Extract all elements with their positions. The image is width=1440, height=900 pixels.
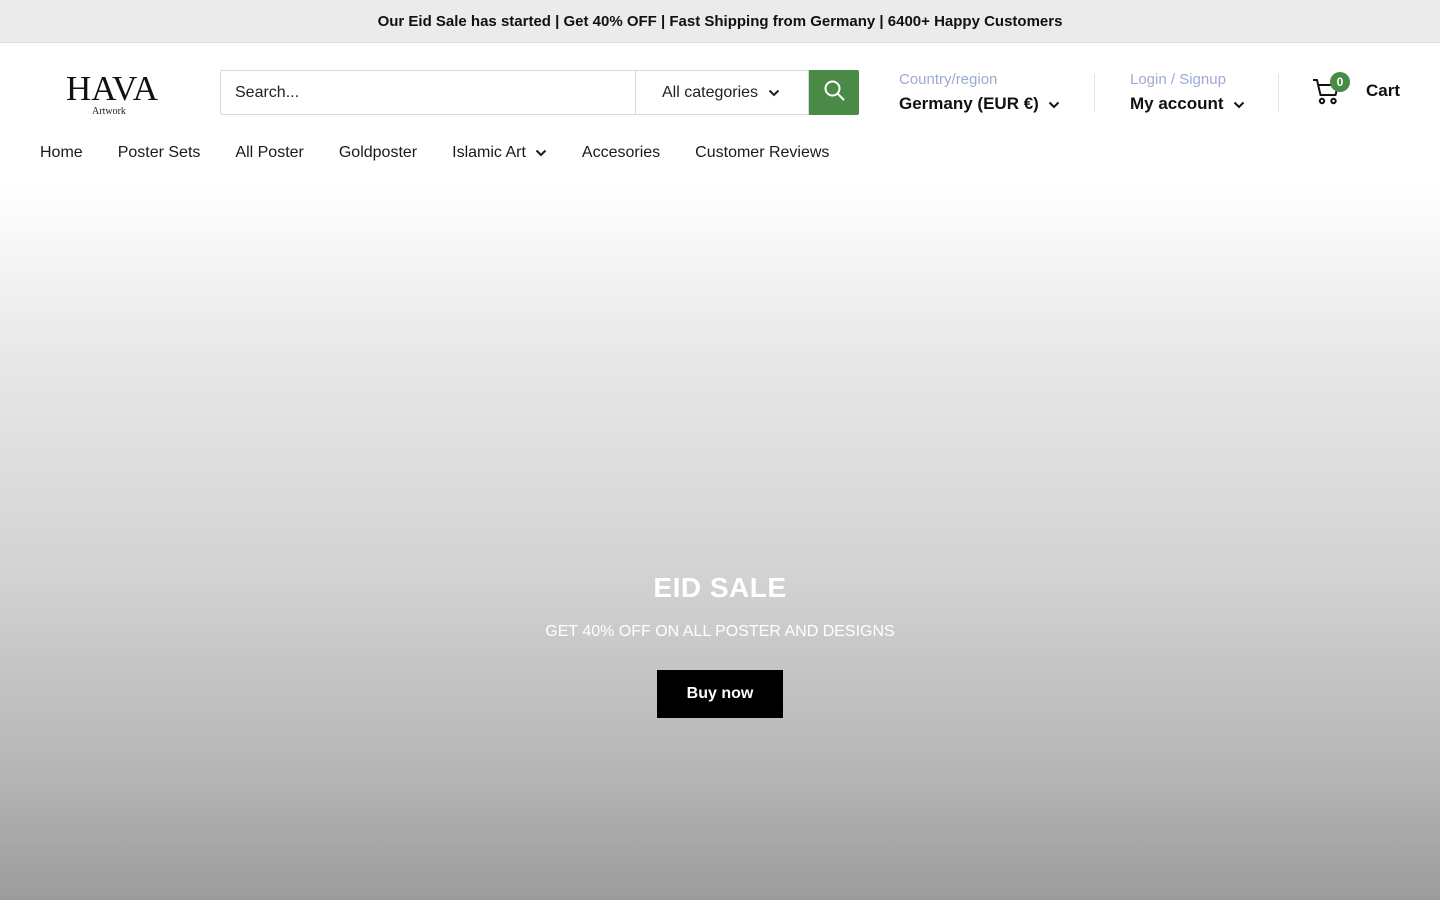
chevron-down-icon: [1233, 93, 1245, 115]
hero-banner: EID SALE GET 40% OFF ON ALL POSTER AND D…: [0, 186, 1440, 900]
nav-item-home[interactable]: Home: [40, 144, 83, 162]
cart-count-badge: 0: [1330, 72, 1350, 92]
announcement-text: Our Eid Sale has started | Get 40% OFF |…: [377, 12, 1063, 30]
category-select-label: All categories: [662, 83, 759, 101]
account-value: My account: [1130, 94, 1224, 113]
divider: [1094, 74, 1095, 112]
cart-icon: 0: [1312, 72, 1350, 106]
chevron-down-icon: [768, 84, 780, 102]
nav-item-label: All Poster: [235, 144, 304, 161]
chevron-down-icon: [1048, 93, 1060, 115]
hero-title: EID SALE: [653, 572, 787, 603]
country-value-row: Germany (EUR €): [899, 93, 1060, 115]
nav-item-label: Customer Reviews: [695, 144, 830, 161]
announcement-bar: Our Eid Sale has started | Get 40% OFF |…: [0, 0, 1440, 43]
nav-item-label: Goldposter: [338, 144, 418, 161]
site-header: HAVA Artwork All categories Country/regi…: [0, 43, 1440, 186]
chevron-down-icon: [535, 144, 547, 162]
nav-item-goldposter[interactable]: Goldposter: [339, 144, 417, 162]
nav-item-label: Poster Sets: [117, 144, 201, 161]
nav-item-accesories[interactable]: Accesories: [582, 144, 660, 162]
buy-now-button[interactable]: Buy now: [657, 670, 783, 718]
country-selector[interactable]: Country/region Germany (EUR €): [899, 71, 1060, 115]
nav-item-label: Accesories: [581, 144, 661, 161]
cart-link[interactable]: 0 Cart: [1312, 72, 1401, 106]
account-menu[interactable]: Login / Signup My account: [1130, 71, 1245, 115]
account-value-row: My account: [1130, 93, 1245, 115]
nav-item-islamic-art[interactable]: Islamic Art: [452, 144, 547, 162]
nav-item-label: Home: [40, 144, 83, 161]
nav-item-all-poster[interactable]: All Poster: [235, 144, 303, 162]
main-nav: Home Poster Sets All Poster Goldposter I…: [40, 144, 864, 162]
cart-label: Cart: [1366, 81, 1401, 100]
logo-main: HAVA: [65, 69, 159, 108]
search-bar: All categories: [220, 70, 859, 115]
account-label: Login / Signup: [1130, 71, 1226, 88]
nav-item-label: Islamic Art: [452, 144, 526, 161]
search-icon: [824, 80, 845, 106]
hero-subtitle: GET 40% OFF ON ALL POSTER AND DESIGNS: [545, 623, 895, 640]
logo[interactable]: HAVA Artwork: [62, 69, 162, 118]
country-label: Country/region: [899, 71, 998, 88]
nav-item-customer-reviews[interactable]: Customer Reviews: [695, 144, 829, 162]
divider: [1278, 74, 1279, 112]
search-button[interactable]: [809, 70, 859, 115]
category-select[interactable]: All categories: [635, 70, 809, 115]
search-input[interactable]: [220, 70, 635, 115]
nav-item-poster-sets[interactable]: Poster Sets: [118, 144, 201, 162]
country-value: Germany (EUR €): [899, 94, 1039, 113]
